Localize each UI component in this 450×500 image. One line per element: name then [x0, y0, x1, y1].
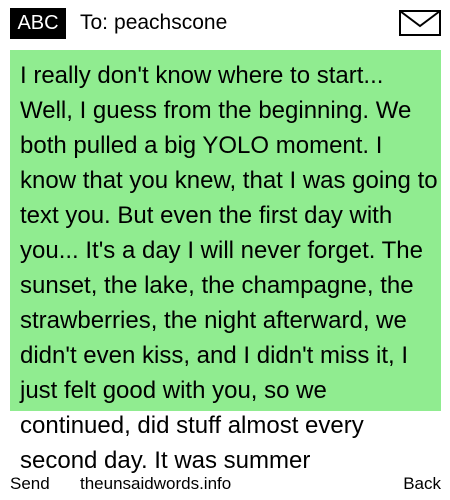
- send-softkey[interactable]: Send: [10, 471, 50, 497]
- message-body[interactable]: I really don't know where to start... We…: [20, 58, 438, 478]
- input-mode-indicator[interactable]: ABC: [10, 8, 66, 39]
- recipient-line[interactable]: To: peachscone: [80, 10, 227, 36]
- envelope-icon: [399, 10, 441, 36]
- recipient-name: peachscone: [114, 11, 228, 34]
- site-softkey[interactable]: theunsaidwords.info: [80, 471, 231, 497]
- message-header: ABC To: peachscone: [0, 0, 450, 48]
- back-softkey[interactable]: Back: [403, 471, 441, 497]
- to-label: To:: [80, 11, 109, 34]
- softkey-bar: Send theunsaidwords.info Back: [0, 471, 450, 500]
